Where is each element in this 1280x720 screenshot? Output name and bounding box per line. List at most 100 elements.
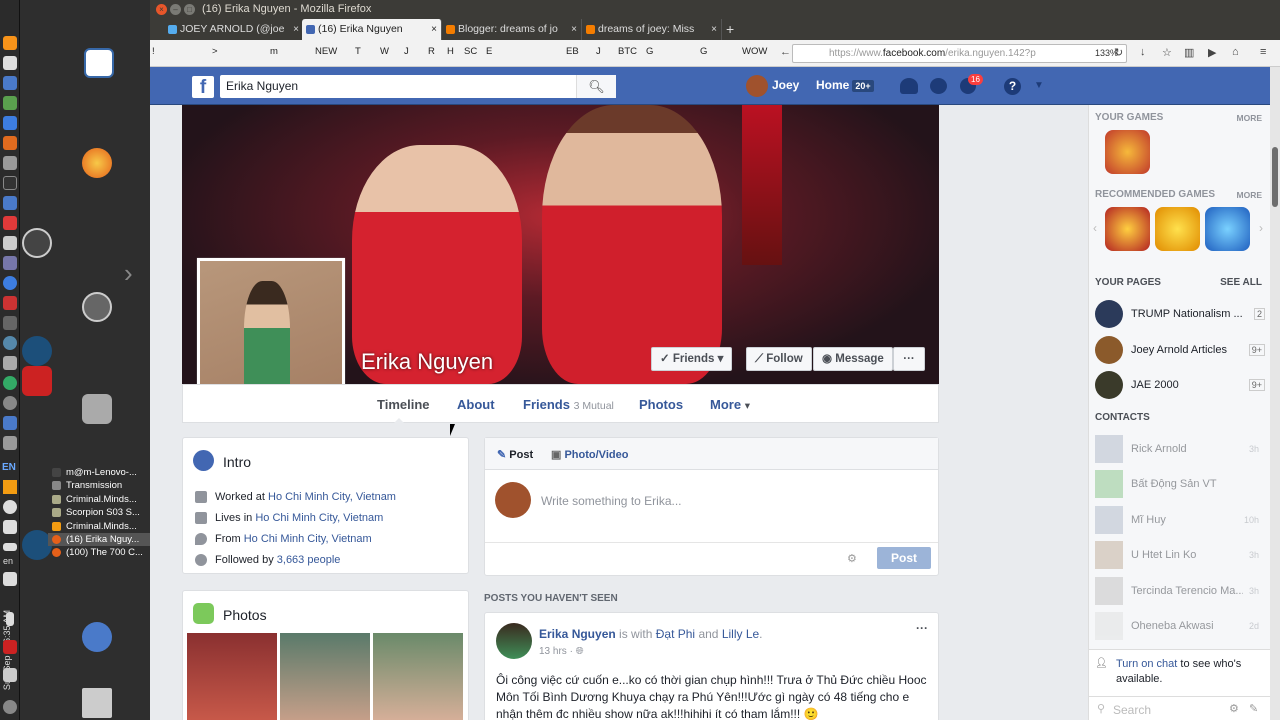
download-icon[interactable]: ↓ [1140,46,1146,58]
photos-title[interactable]: Photos [223,607,267,623]
firefox-small-icon[interactable] [3,136,17,150]
photo-video-tab[interactable]: ▣ Photo/Video [551,448,628,461]
page-item[interactable]: Joey Arnold Articles 9+ [1095,336,1265,366]
task-item[interactable]: m@m-Lenovo-... [48,466,150,479]
post-button[interactable]: Post [877,547,931,569]
media-icon[interactable] [3,296,17,310]
tab-facebook[interactable]: (16) Erika Nguyen × [302,19,442,40]
message-button[interactable]: ◉ Message [813,347,893,371]
contact-item[interactable]: Mĩ Huy 10h [1095,506,1265,536]
bitcoin-icon[interactable] [3,36,17,50]
task-item[interactable]: Criminal.Minds... [48,520,150,533]
bookmark[interactable]: WOW [742,46,767,60]
bookmark[interactable]: W [380,46,389,60]
pages-see-all-link[interactable]: SEE ALL [1220,277,1262,288]
bookmark[interactable]: G [646,46,653,60]
bookmark[interactable]: R [428,46,435,60]
chat-app-icon[interactable] [3,376,17,390]
post-author-link[interactable]: Erika Nguyen [539,627,616,641]
recommended-games-title[interactable]: RECOMMENDED GAMES [1095,189,1215,200]
library-icon[interactable]: ▥ [1184,46,1194,59]
page-item[interactable]: JAE 2000 9+ [1095,371,1265,401]
gear-icon[interactable]: ⚙ [1229,702,1239,715]
gear-icon[interactable]: ⚙ [847,552,857,565]
chevron-right-icon[interactable]: › [124,258,133,289]
volume-icon[interactable] [3,572,17,586]
facebook-logo-icon[interactable]: f [192,76,214,98]
bookmark[interactable]: J [596,46,601,60]
calendar-icon[interactable] [3,76,17,90]
page-scrollbar[interactable] [1270,67,1280,720]
url-bar[interactable]: https://www.facebook.com/erika.nguyen.14… [792,44,1127,63]
home-link[interactable]: Home 20+ [816,78,874,92]
minimize-window-icon[interactable]: – [170,4,181,15]
search-icon[interactable]: 🔍︎ [576,75,616,98]
disk-icon[interactable] [3,156,17,170]
firefox-icon[interactable] [82,148,112,178]
lang-indicator[interactable]: en [3,556,13,566]
recommended-more-link[interactable]: MORE [1237,190,1263,200]
close-window-icon[interactable]: × [156,4,167,15]
tab-photos[interactable]: Photos [639,397,683,412]
menu-icon[interactable]: ≡ [1260,46,1266,58]
app2-icon[interactable] [3,416,17,430]
tag-link[interactable]: Đạt Phi [656,627,695,641]
task-item[interactable]: Transmission [48,479,150,492]
post-time[interactable]: 13 hrs · 🌐︎ [539,646,584,657]
more-options-button[interactable]: ··· [893,347,925,371]
close-tab-icon[interactable]: × [293,19,299,40]
tab-more[interactable]: More ▾ [710,397,750,412]
monitor-icon[interactable] [3,316,17,330]
post-options-icon[interactable]: ··· [916,621,928,635]
friend-requests-icon[interactable] [900,78,918,94]
chevron-down-icon[interactable]: ▼ [1034,80,1044,91]
new-tab-button[interactable]: + [726,19,734,40]
terminal-icon[interactable] [3,176,17,190]
avatar[interactable] [496,623,532,659]
tag-link[interactable]: Lilly Le [722,627,759,641]
avatar[interactable] [746,75,768,97]
battery-icon[interactable] [3,543,17,551]
turn-on-chat-link[interactable]: Turn on chat [1116,658,1177,670]
close-tab-icon[interactable]: × [431,19,437,40]
bookmark[interactable]: BTC [618,46,637,60]
worked-link[interactable]: Ho Chi Minh City, Vietnam [268,491,396,503]
post-tab[interactable]: ✎ Post [497,448,533,461]
settings-icon[interactable] [3,196,17,210]
messenger-icon[interactable] [930,78,947,94]
search-app-icon[interactable] [3,668,17,682]
power-icon[interactable] [3,700,17,714]
bookmark[interactable]: SC [464,46,477,60]
home-icon[interactable]: ⌂ [1232,46,1239,58]
chrome-icon[interactable] [3,276,17,290]
pages-title[interactable]: YOUR PAGES [1095,277,1161,288]
transfer-icon[interactable] [3,520,17,534]
bubble-game-icon[interactable] [1205,207,1250,251]
files-icon[interactable] [3,236,17,250]
contact-item[interactable]: Tercinda Terencio Ma... 3h [1095,577,1265,607]
slots-game-icon[interactable] [1105,207,1150,251]
filezilla-icon[interactable] [3,640,17,654]
bingo-game-icon[interactable] [1155,207,1200,251]
atom-icon[interactable] [3,336,17,350]
tab-twitter[interactable]: JOEY ARNOLD (@joe × [164,19,304,40]
close-tab-icon[interactable]: × [571,19,577,40]
youtube-icon[interactable]: ▶ [1208,46,1216,59]
image-icon[interactable] [3,256,17,270]
bookmark[interactable]: ! [152,46,155,60]
tab-about[interactable]: About [457,397,495,412]
page-item[interactable]: TRUMP Nationalism ... 2 [1095,300,1265,330]
bookmark-star-icon[interactable]: ☆ [1162,46,1172,59]
bookmark[interactable]: G [700,46,707,60]
games-title[interactable]: YOUR GAMES [1095,112,1163,123]
back-icon[interactable]: ← [780,46,791,58]
maximize-window-icon[interactable]: □ [184,4,195,15]
keyboard-lang[interactable]: EN [2,462,16,473]
printer-icon[interactable] [3,436,17,450]
obs-icon[interactable] [22,228,52,258]
games-more-link[interactable]: MORE [1237,113,1263,123]
document-icon[interactable] [84,48,114,78]
task-item[interactable]: (100) The 700 C... [48,546,150,559]
from-link[interactable]: Ho Chi Minh City, Vietnam [244,533,372,545]
game-icon[interactable] [3,356,17,370]
